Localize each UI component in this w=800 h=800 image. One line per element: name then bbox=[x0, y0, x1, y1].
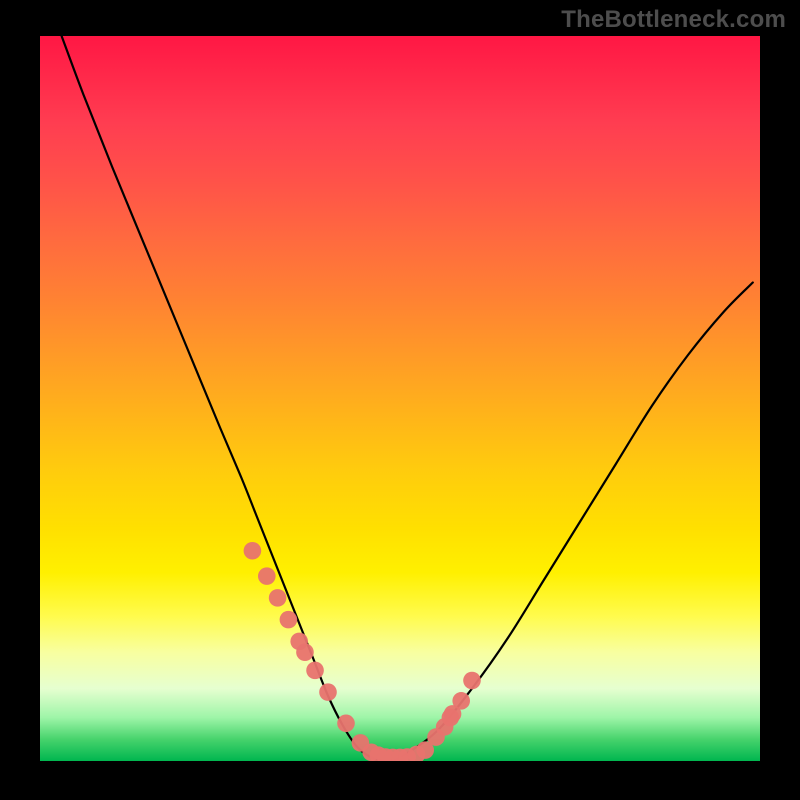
marker-dot bbox=[319, 683, 337, 701]
curve-svg bbox=[40, 36, 760, 761]
marker-dot bbox=[258, 567, 276, 585]
marker-dot bbox=[463, 672, 481, 690]
marker-dot bbox=[280, 611, 298, 629]
plot-area bbox=[40, 36, 760, 761]
marker-dot bbox=[306, 662, 324, 680]
bottleneck-curve bbox=[62, 36, 753, 761]
watermark-text: TheBottleneck.com bbox=[561, 6, 786, 34]
marker-dot bbox=[244, 542, 262, 560]
marker-dot bbox=[269, 589, 287, 607]
marker-dot bbox=[296, 643, 314, 661]
marker-dot bbox=[337, 715, 355, 733]
chart-frame: TheBottleneck.com bbox=[0, 0, 800, 800]
marker-dot bbox=[452, 692, 470, 710]
